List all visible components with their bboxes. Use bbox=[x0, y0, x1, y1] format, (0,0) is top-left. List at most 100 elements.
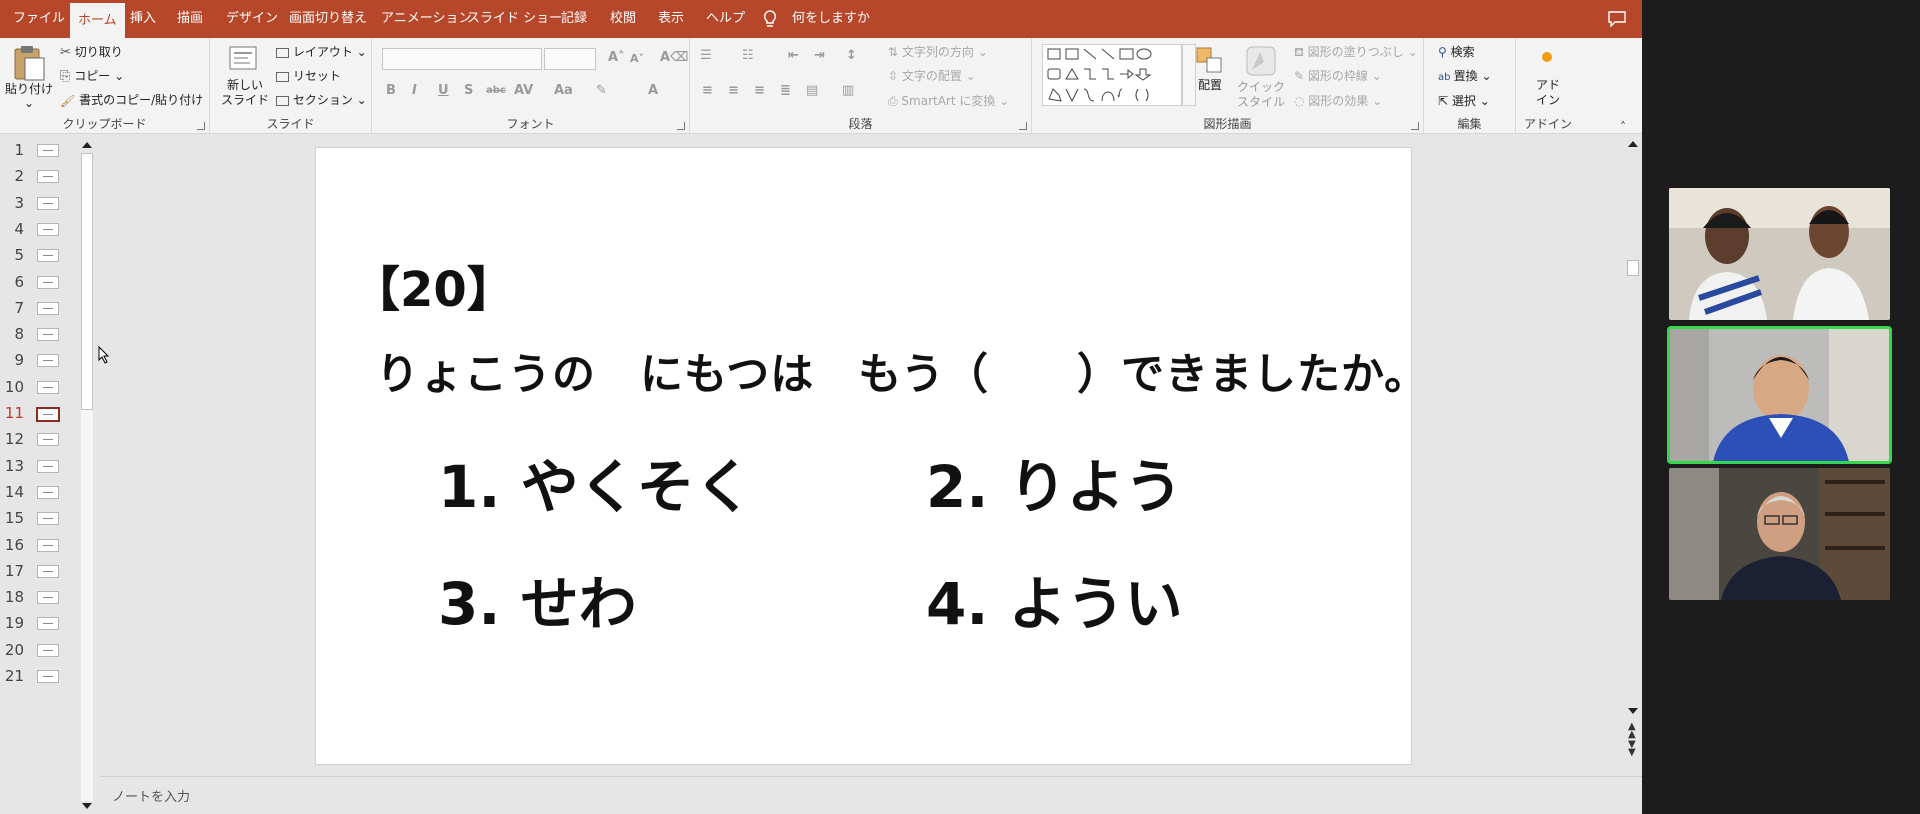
previous-slide-icon[interactable]: ▲ ▲ bbox=[1628, 722, 1636, 740]
increase-indent-icon[interactable]: ⇥ bbox=[814, 48, 825, 63]
change-case-button[interactable]: Aa bbox=[554, 83, 573, 98]
layout-button[interactable]: レイアウト ⌄ bbox=[276, 43, 367, 60]
editor-scrollbar[interactable]: ▲ ▲ ▼ ▼ bbox=[1624, 137, 1642, 758]
paint-bucket-icon: ⛾ bbox=[1294, 45, 1308, 59]
new-slide-icon bbox=[229, 46, 257, 70]
notes-pane[interactable]: ノートを入力 bbox=[100, 776, 1642, 814]
bullets-icon[interactable]: ☰ bbox=[700, 48, 712, 63]
slide-thumbnail-image bbox=[37, 222, 59, 236]
tab-insert[interactable]: 挿入 bbox=[130, 0, 156, 38]
tab-animations[interactable]: アニメーション bbox=[381, 0, 471, 38]
slide-thumbnail-image bbox=[37, 275, 59, 289]
scroll-thumb[interactable] bbox=[1627, 260, 1639, 276]
dialog-launcher-icon[interactable] bbox=[197, 122, 205, 130]
participant-video-3[interactable] bbox=[1669, 468, 1890, 600]
slide-number: 15 bbox=[4, 509, 24, 528]
dialog-launcher-icon[interactable] bbox=[1411, 122, 1419, 130]
replace-button[interactable]: ab 置換 ⌄ bbox=[1438, 67, 1492, 84]
gallery-more-icon[interactable] bbox=[1182, 44, 1196, 106]
underline-button[interactable]: U bbox=[438, 83, 449, 98]
font-size-combo[interactable] bbox=[544, 48, 596, 70]
text-direction-button[interactable]: ⇅ 文字列の方向 ⌄ bbox=[888, 43, 988, 60]
clear-format-icon[interactable]: A⌫ bbox=[660, 50, 688, 65]
smartart-button[interactable]: ⎙ SmartArt に変換 ⌄ bbox=[888, 92, 1009, 109]
font-name-combo[interactable] bbox=[382, 48, 542, 70]
scroll-thumb[interactable] bbox=[81, 153, 93, 410]
slide-thumbnail-image bbox=[37, 643, 59, 657]
participant-video-1[interactable] bbox=[1669, 188, 1890, 320]
option-1: 1. やくそく bbox=[438, 453, 753, 521]
section-button[interactable]: セクション ⌄ bbox=[276, 91, 367, 108]
copy-button[interactable]: ⎘ コピー ⌄ bbox=[60, 67, 124, 84]
addins-label-2: イン bbox=[1535, 93, 1560, 107]
tab-design[interactable]: デザイン bbox=[226, 0, 278, 38]
char-spacing-button[interactable]: AV bbox=[514, 83, 533, 98]
cut-button[interactable]: ✂ 切り取り bbox=[60, 43, 123, 60]
shrink-font-icon[interactable]: A˅ bbox=[630, 52, 644, 65]
collapse-ribbon-icon[interactable]: ˄ bbox=[1620, 120, 1626, 134]
line-spacing-icon[interactable]: ↕ bbox=[846, 48, 857, 63]
scroll-down-icon[interactable] bbox=[1628, 708, 1638, 714]
shape-fill-label: 図形の塗りつぶし bbox=[1307, 45, 1404, 59]
shape-effects-button[interactable]: ◌ 図形の効果 ⌄ bbox=[1294, 92, 1382, 109]
copy-label: コピー bbox=[74, 69, 111, 83]
bold-button[interactable]: B bbox=[386, 83, 396, 98]
strikethrough-button[interactable]: abc bbox=[486, 85, 506, 96]
group-drawing: 配置 クイック スタイル ⛾ 図形の塗りつぶし ⌄ ✎ 図形の枠線 ⌄ ◌ 図形… bbox=[1032, 38, 1424, 134]
scroll-up-icon[interactable] bbox=[82, 142, 92, 148]
distributed-icon[interactable]: ▤ bbox=[806, 83, 818, 98]
slide-thumbnail[interactable]: 21 bbox=[0, 667, 60, 699]
shadow-button[interactable]: S bbox=[464, 83, 473, 98]
format-painter-button[interactable]: 🖌 書式のコピー/貼り付け bbox=[60, 91, 203, 108]
smartart-label: SmartArt に変換 bbox=[901, 94, 996, 108]
shapes-gallery[interactable] bbox=[1042, 44, 1182, 106]
scroll-up-icon[interactable] bbox=[1628, 141, 1638, 147]
highlight-icon[interactable]: ✎ bbox=[596, 83, 607, 98]
justify-icon[interactable]: ≣ bbox=[780, 83, 791, 98]
columns-icon[interactable]: ▥ bbox=[842, 83, 854, 98]
italic-button[interactable]: I bbox=[412, 83, 417, 98]
align-center-icon[interactable]: ≡ bbox=[728, 83, 739, 98]
shape-outline-button[interactable]: ✎ 図形の枠線 ⌄ bbox=[1294, 67, 1382, 84]
tab-home[interactable]: ホーム bbox=[70, 3, 125, 38]
align-left-icon[interactable]: ≡ bbox=[702, 83, 713, 98]
tab-file[interactable]: ファイル bbox=[13, 0, 65, 38]
dialog-launcher-icon[interactable] bbox=[1019, 122, 1027, 130]
tab-draw[interactable]: 描画 bbox=[177, 0, 203, 38]
scroll-down-icon[interactable] bbox=[82, 803, 92, 809]
thumbnail-text-line bbox=[43, 307, 53, 309]
tell-me-search[interactable]: 何をしますか bbox=[792, 0, 870, 38]
tab-help[interactable]: ヘルプ bbox=[706, 0, 745, 38]
group-label: 図形描画 bbox=[1203, 117, 1252, 131]
shape-fill-button[interactable]: ⛾ 図形の塗りつぶし ⌄ bbox=[1294, 43, 1418, 61]
slide-thumbnail-image bbox=[37, 301, 59, 315]
copy-icon: ⎘ bbox=[60, 69, 71, 84]
thumbnail-text-line bbox=[43, 228, 53, 230]
tab-view[interactable]: 表示 bbox=[658, 0, 684, 38]
select-label: 選択 bbox=[1451, 94, 1476, 108]
align-right-icon[interactable]: ≡ bbox=[754, 83, 765, 98]
slide-thumbnail-image bbox=[36, 407, 60, 422]
decrease-indent-icon[interactable]: ⇤ bbox=[788, 48, 799, 63]
slide-canvas[interactable]: 【20】 りょこうの にもつは もう（ ）できましたか。 1. やくそく 2. … bbox=[316, 148, 1427, 764]
participant-video-2[interactable] bbox=[1667, 326, 1892, 464]
select-button[interactable]: ⇱ 選択 ⌄ bbox=[1438, 92, 1490, 109]
find-button[interactable]: ⚲ 検索 bbox=[1438, 43, 1475, 60]
tab-record[interactable]: 記録 bbox=[561, 0, 587, 38]
align-text-button[interactable]: ⇳ 文字の配置 ⌄ bbox=[888, 67, 976, 84]
slide-number: 14 bbox=[4, 482, 24, 501]
question-text: りょこうの にもつは もう（ ）できましたか。 bbox=[376, 350, 1429, 400]
tab-slideshow[interactable]: スライド ショー bbox=[467, 0, 562, 38]
lightbulb-icon[interactable] bbox=[762, 10, 778, 28]
comments-icon[interactable] bbox=[1608, 11, 1626, 27]
tab-review[interactable]: 校閲 bbox=[610, 0, 636, 38]
reset-button[interactable]: リセット bbox=[276, 67, 341, 84]
thumbnail-scrollbar[interactable] bbox=[79, 137, 95, 811]
tab-transitions[interactable]: 画面切り替え bbox=[289, 0, 367, 38]
dialog-launcher-icon[interactable] bbox=[677, 122, 685, 130]
numbering-icon[interactable]: ☷ bbox=[742, 48, 754, 63]
font-color-button[interactable]: A bbox=[648, 83, 658, 98]
thumbnail-text-line bbox=[43, 360, 53, 362]
next-slide-icon[interactable]: ▼ ▼ bbox=[1628, 740, 1636, 758]
grow-font-icon[interactable]: A˄ bbox=[608, 50, 625, 65]
